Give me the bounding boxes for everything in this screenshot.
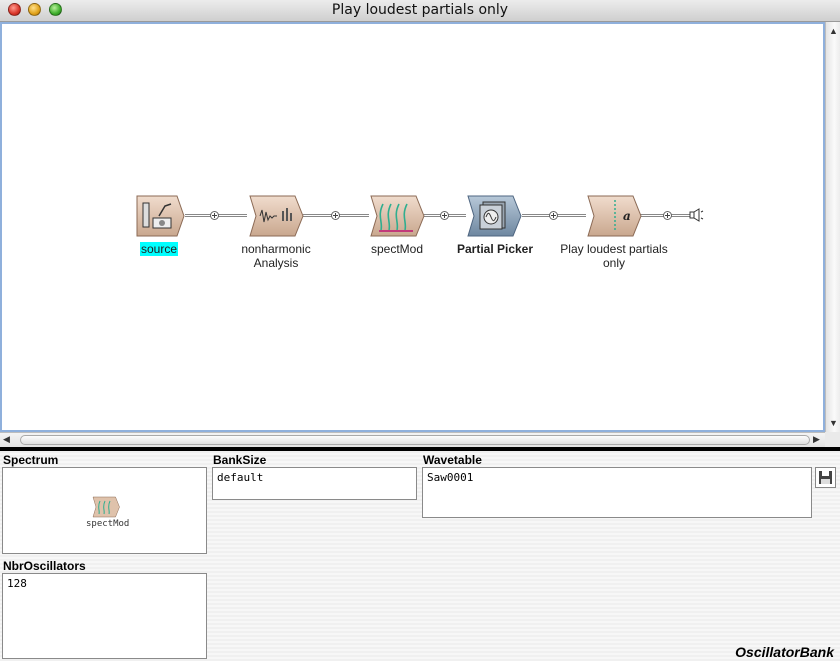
node-label-partial-picker: Partial Picker [456, 242, 534, 256]
banksize-label: BankSize [213, 453, 267, 467]
spectrum-modifier-icon [91, 496, 121, 521]
connection-point[interactable] [440, 211, 449, 220]
speaker-output-icon[interactable] [689, 207, 705, 223]
connection-point[interactable] [663, 211, 672, 220]
node-partial-picker[interactable] [466, 194, 522, 238]
horizontal-scroll-thumb[interactable] [20, 435, 810, 445]
connection-point[interactable] [210, 211, 219, 220]
node-label-source: source [140, 242, 179, 256]
node-label-spectmod: spectMod [370, 242, 424, 256]
scroll-left-arrow-icon[interactable]: ◀ [3, 434, 10, 445]
scroll-up-arrow-icon[interactable]: ▲ [829, 26, 838, 36]
connection-point[interactable] [331, 211, 340, 220]
scroll-down-arrow-icon[interactable]: ▼ [829, 418, 838, 428]
partial-picker-icon [466, 194, 522, 238]
window-titlebar[interactable]: Play loudest partials only [0, 0, 840, 22]
floppy-disk-icon [816, 471, 835, 490]
spectrum-field[interactable]: spectMod [2, 467, 207, 554]
scroll-right-arrow-icon[interactable]: ▶ [813, 434, 820, 445]
node-source[interactable] [135, 194, 185, 238]
node-label-nonharmonic-analysis: nonharmonic Analysis [241, 242, 311, 270]
spectrum-thumbnail-label: spectMod [86, 519, 130, 529]
horizontal-scrollbar[interactable]: ◀ ▶ [0, 432, 825, 447]
node-spectmod[interactable] [369, 194, 425, 238]
waveform-analysis-icon [248, 194, 304, 238]
wavetable-field[interactable]: Saw0001 [422, 467, 812, 518]
node-play-loudest-partials[interactable]: a [586, 194, 642, 238]
oscillator-bank-icon: a [586, 194, 642, 238]
connection-point[interactable] [549, 211, 558, 220]
window-title: Play loudest partials only [331, 2, 509, 18]
svg-text:a: a [623, 209, 631, 223]
wavetable-label: Wavetable [423, 453, 482, 467]
nbroscillators-field[interactable]: 128 [2, 573, 207, 659]
vertical-scrollbar[interactable]: ▲ ▼ [825, 22, 840, 432]
banksize-field[interactable]: default [212, 467, 417, 500]
save-wavetable-button[interactable] [815, 467, 836, 488]
node-nonharmonic-analysis[interactable] [248, 194, 304, 238]
spectrum-modifier-icon [369, 194, 425, 238]
scroll-corner [825, 432, 840, 447]
sound-source-icon [135, 194, 185, 238]
class-name-label: OscillatorBank [735, 644, 834, 660]
nbroscillators-label: NbrOscillators [3, 559, 86, 573]
node-label-play-loudest-partials: Play loudest partials only [560, 242, 668, 270]
spectrum-label: Spectrum [3, 453, 59, 467]
